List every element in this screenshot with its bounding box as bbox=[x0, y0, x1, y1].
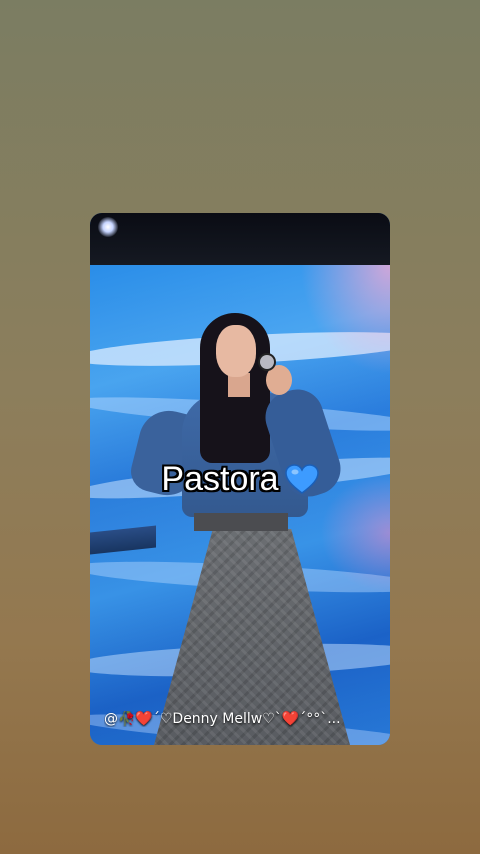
story-card[interactable]: Pastora @🥀❤️´♡Denny Mellw♡`❤️´°°`... bbox=[90, 213, 390, 745]
performer-belt bbox=[194, 513, 288, 531]
username-label[interactable]: @🥀❤️´♡Denny Mellw♡`❤️´°°`... bbox=[104, 711, 376, 727]
caption-sticker[interactable]: Pastora bbox=[90, 460, 390, 499]
microphone-icon bbox=[260, 355, 274, 369]
caption-text: Pastora bbox=[161, 460, 279, 498]
performer-hand bbox=[266, 365, 292, 395]
performer-face bbox=[216, 325, 256, 377]
blue-heart-icon bbox=[284, 464, 319, 494]
